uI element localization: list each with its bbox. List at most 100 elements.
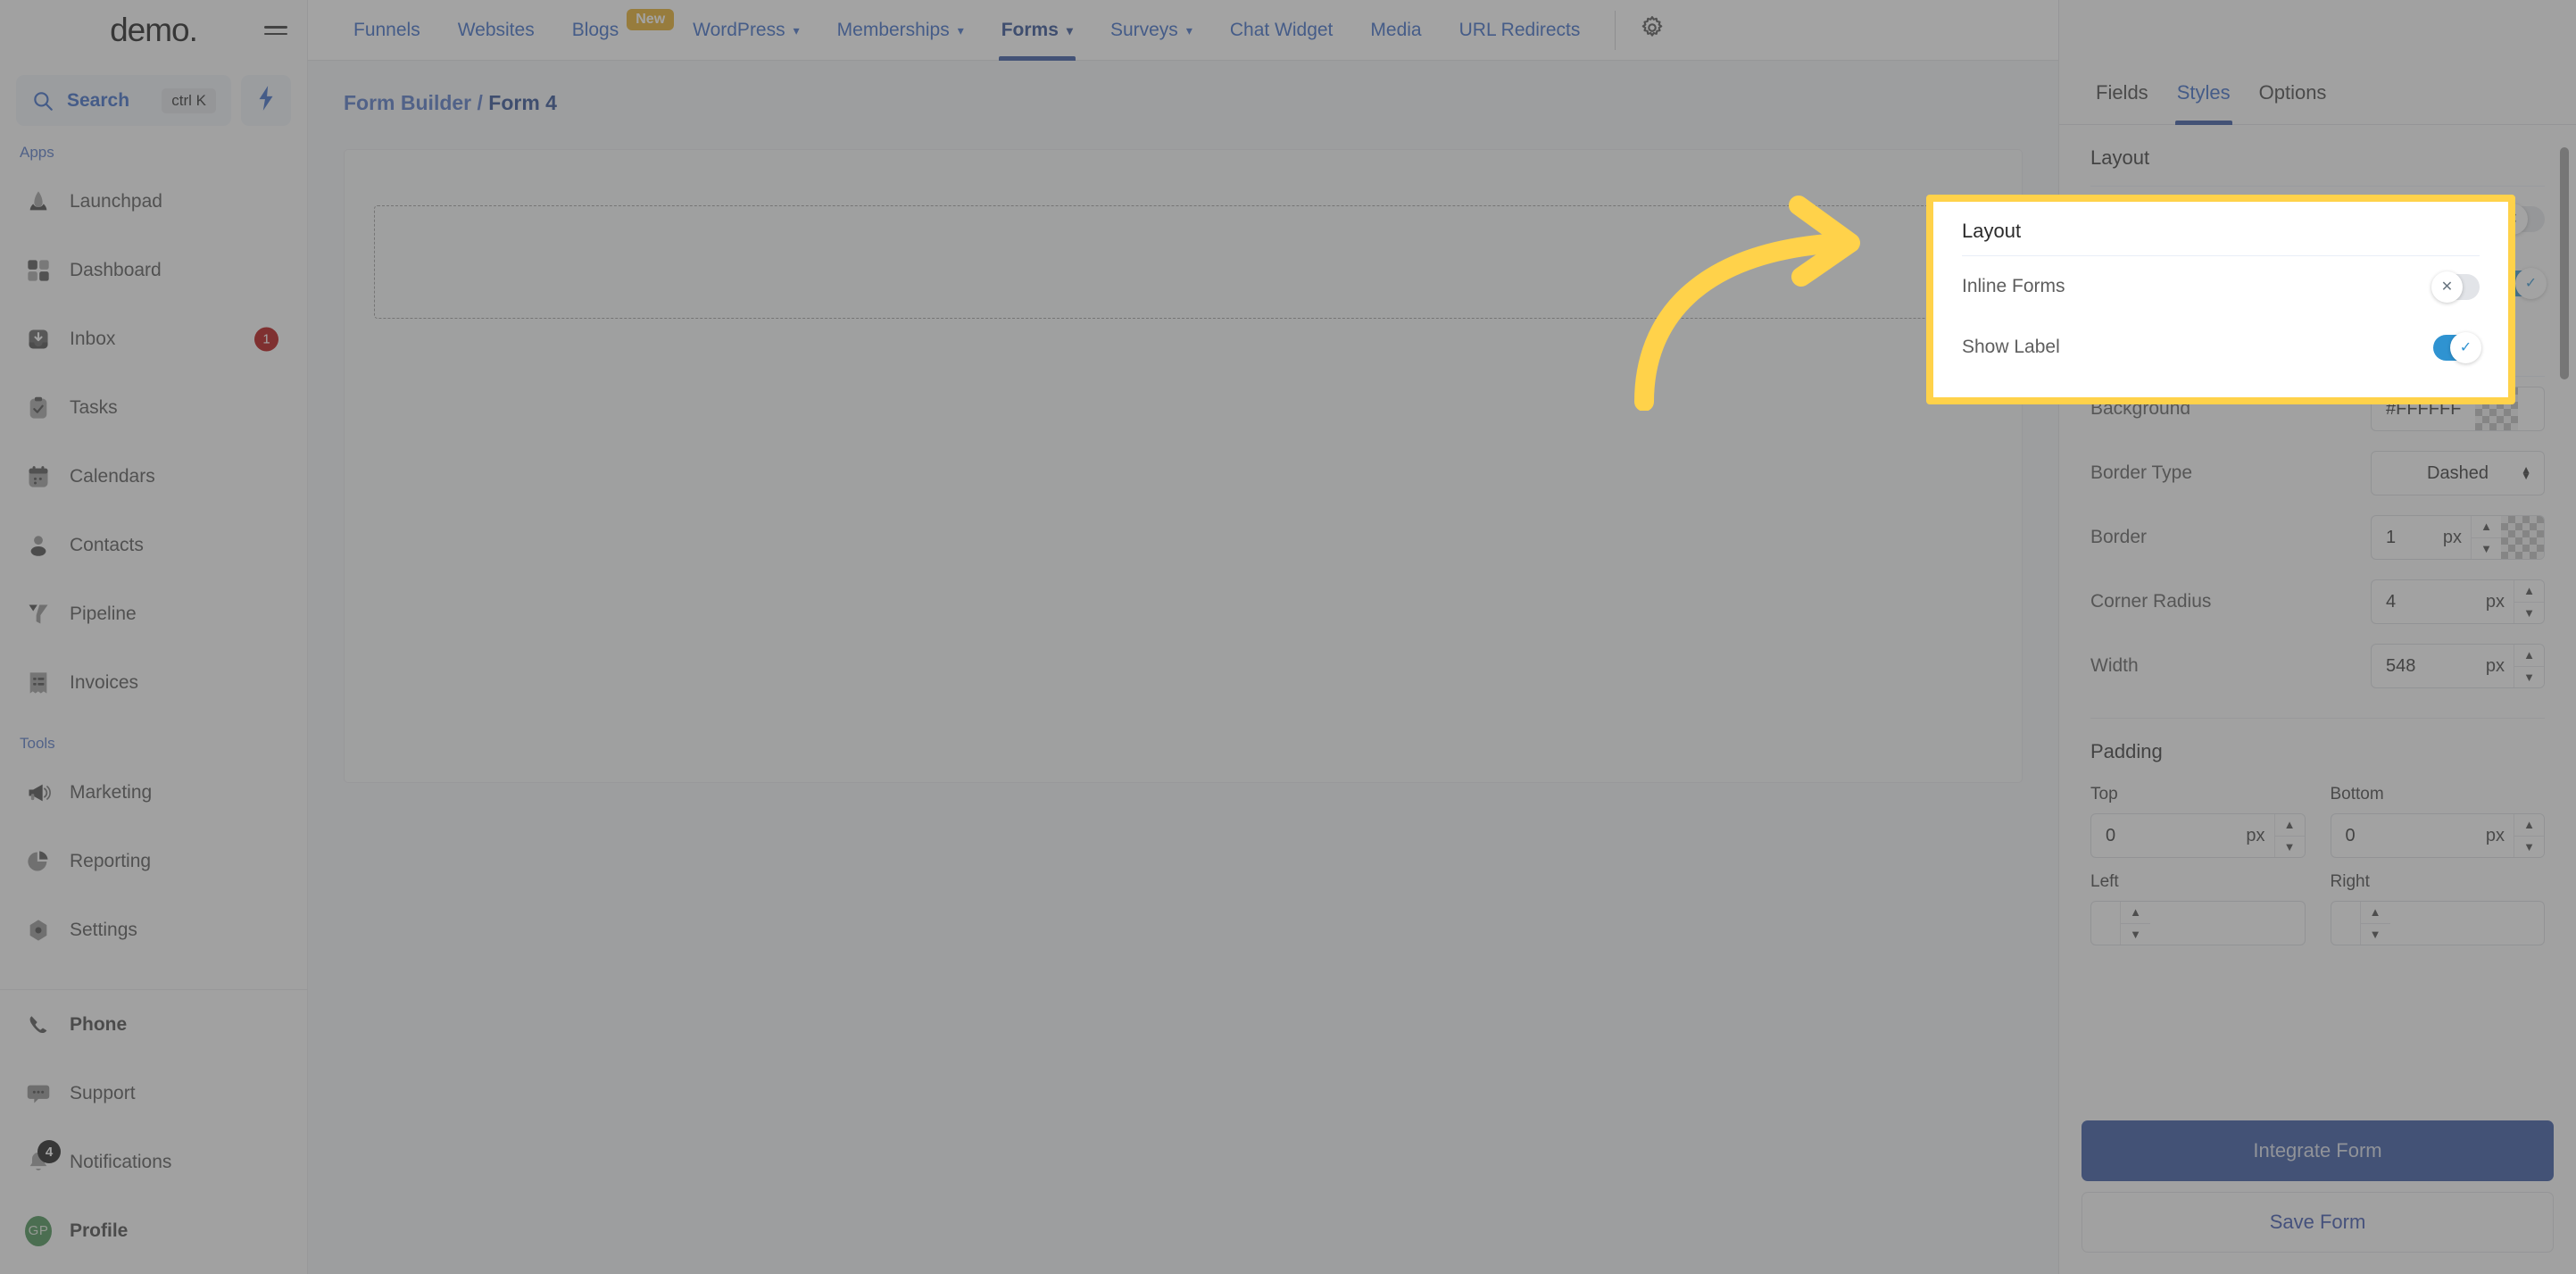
tab-funnels[interactable]: Funnels <box>335 0 439 61</box>
sidebar-item-phone[interactable]: Phone <box>0 990 307 1059</box>
sidebar-item-launchpad[interactable]: Launchpad <box>0 167 307 236</box>
stepper-down-icon[interactable]: ▼ <box>2274 835 2305 857</box>
sidebar-item-pipeline[interactable]: Pipeline <box>0 579 307 648</box>
tasks-icon <box>25 395 52 421</box>
corner-radius-stepper[interactable]: ▲ ▼ <box>2514 580 2544 623</box>
sidebar-item-label: Invoices <box>70 671 139 693</box>
inline-forms-toggle[interactable]: ✕ <box>2431 271 2480 303</box>
stepper-up-icon[interactable]: ▲ <box>2274 814 2305 836</box>
stepper-up-icon[interactable]: ▲ <box>2121 902 2150 923</box>
sidebar-item-settings[interactable]: Settings <box>0 895 307 964</box>
corner-radius-input[interactable]: 4 px ▲ ▼ <box>2371 579 2545 624</box>
padding-left-input[interactable]: ▲ ▼ <box>2090 901 2306 945</box>
padding-right-input[interactable]: ▲ ▼ <box>2330 901 2545 945</box>
stepper-down-icon[interactable]: ▼ <box>2360 922 2390 945</box>
brand-logo: demo. <box>110 12 198 49</box>
tab-chat-widget[interactable]: Chat Widget <box>1211 0 1352 61</box>
sidebar-item-invoices[interactable]: Invoices <box>0 648 307 717</box>
padding-bottom-value: 0 <box>2345 825 2356 845</box>
padding-right-value <box>2331 902 2360 945</box>
stepper-down-icon[interactable]: ▼ <box>2121 922 2150 945</box>
integrate-form-button[interactable]: Integrate Form <box>2082 1120 2554 1181</box>
padding-top-col: Top 0 px ▲ ▼ <box>2090 785 2306 858</box>
sidebar-item-label: Profile <box>70 1220 129 1241</box>
brand-row: demo. <box>0 0 307 61</box>
padding-top-bottom-grid: Top 0 px ▲ ▼ Bottom 0 px ▲ ▼ <box>2082 785 2554 858</box>
tab-memberships[interactable]: Memberships ▾ <box>819 0 983 61</box>
layout-settings-highlight: Layout Inline Forms ✕ Show Label ✓ <box>1926 195 2515 404</box>
padding-top-input[interactable]: 0 px ▲ ▼ <box>2090 813 2306 858</box>
show-label-toggle[interactable]: ✓ <box>2433 331 2481 363</box>
stepper-down-icon[interactable]: ▼ <box>2472 537 2501 559</box>
brand-name: demo <box>110 12 190 48</box>
tab-fields[interactable]: Fields <box>2082 81 2163 124</box>
quick-actions-button[interactable] <box>241 75 291 126</box>
stepper-down-icon[interactable]: ▼ <box>2514 835 2544 857</box>
check-icon: ✓ <box>2515 267 2547 299</box>
row-border-type: Border Type Dashed ▲ ▼ <box>2082 441 2554 505</box>
width-unit: px <box>2485 655 2505 676</box>
sidebar-item-dashboard[interactable]: Dashboard <box>0 236 307 304</box>
sidebar-item-inbox[interactable]: Inbox 1 <box>0 304 307 373</box>
save-form-button[interactable]: Save Form <box>2082 1192 2554 1253</box>
search-input[interactable]: Search ctrl K <box>16 75 231 126</box>
border-width-unit: px <box>2442 527 2462 547</box>
width-stepper[interactable]: ▲ ▼ <box>2514 645 2544 687</box>
sidebar-item-profile[interactable]: GP Profile <box>0 1196 307 1265</box>
padding-left-right-grid: Left ▲ ▼ Right ▲ ▼ <box>2082 872 2554 945</box>
stepper-up-icon[interactable]: ▲ <box>2472 516 2501 537</box>
padding-right-stepper[interactable]: ▲ ▼ <box>2359 902 2390 945</box>
border-label: Border <box>2090 527 2148 547</box>
width-input[interactable]: 548 px ▲ ▼ <box>2371 644 2545 688</box>
tab-media[interactable]: Media <box>1351 0 1440 61</box>
brand-suffix: . <box>188 12 198 48</box>
padding-left-stepper[interactable]: ▲ ▼ <box>2120 902 2150 945</box>
stepper-up-icon[interactable]: ▲ <box>2360 902 2390 923</box>
tab-forms[interactable]: Forms ▾ <box>983 0 1092 61</box>
border-type-select[interactable]: Dashed ▲ ▼ <box>2371 451 2545 495</box>
sidebar-item-notifications[interactable]: 4 Notifications <box>0 1128 307 1196</box>
stepper-up-icon[interactable]: ▲ <box>2514 814 2544 836</box>
menu-collapse-icon[interactable] <box>264 21 287 39</box>
sidebar-item-tasks[interactable]: Tasks <box>0 373 307 442</box>
sidebar-item-label: Inbox <box>70 328 116 349</box>
form-preview-area[interactable] <box>374 205 2022 319</box>
gear-icon <box>1639 14 1666 46</box>
breadcrumb-root[interactable]: Form Builder / <box>344 91 488 114</box>
padding-bottom-input[interactable]: 0 px ▲ ▼ <box>2330 813 2545 858</box>
border-color-swatch[interactable] <box>2501 516 2544 559</box>
topnav-settings-button[interactable] <box>1632 14 1673 46</box>
row-corner-radius: Corner Radius 4 px ▲ ▼ <box>2082 570 2554 634</box>
panel-footer: Integrate Form Save Form <box>2059 1120 2576 1274</box>
padding-bottom-stepper[interactable]: ▲ ▼ <box>2514 814 2544 857</box>
sidebar-item-contacts[interactable]: Contacts <box>0 511 307 579</box>
tab-options[interactable]: Options <box>2245 81 2341 124</box>
sidebar-item-support[interactable]: Support <box>0 1059 307 1128</box>
panel-scrollbar-thumb[interactable] <box>2560 147 2569 379</box>
chat-bubble-icon <box>25 1080 52 1107</box>
sidebar-item-marketing[interactable]: Marketing <box>0 758 307 827</box>
sidebar-item-calendars[interactable]: Calendars <box>0 442 307 511</box>
tab-blogs[interactable]: Blogs <box>553 0 638 61</box>
stepper-up-icon[interactable]: ▲ <box>2514 645 2544 666</box>
padding-top-stepper[interactable]: ▲ ▼ <box>2273 814 2305 857</box>
sidebar-item-label: Launchpad <box>70 190 162 212</box>
tab-surveys[interactable]: Surveys ▾ <box>1092 0 1211 61</box>
tab-websites[interactable]: Websites <box>439 0 553 61</box>
sidebar-item-label: Tasks <box>70 396 118 418</box>
notifications-badge: 4 <box>37 1140 61 1163</box>
stepper-down-icon[interactable]: ▼ <box>2514 601 2544 623</box>
padding-group-title: Padding <box>2090 740 2163 762</box>
border-width-input[interactable]: 1 px ▲ ▼ <box>2371 515 2545 560</box>
padding-left-value <box>2091 902 2120 945</box>
dashboard-icon <box>25 257 52 284</box>
stepper-up-icon[interactable]: ▲ <box>2514 580 2544 602</box>
form-canvas[interactable] <box>344 149 2023 783</box>
sidebar-item-reporting[interactable]: Reporting <box>0 827 307 895</box>
tab-styles[interactable]: Styles <box>2163 81 2245 125</box>
tab-url-redirects[interactable]: URL Redirects <box>1441 0 1600 61</box>
border-width-stepper[interactable]: ▲ ▼ <box>2471 516 2501 559</box>
stepper-down-icon[interactable]: ▼ <box>2514 665 2544 687</box>
panel-scrollbar[interactable] <box>2560 125 2569 888</box>
tab-wordpress[interactable]: WordPress ▾ <box>674 0 819 61</box>
